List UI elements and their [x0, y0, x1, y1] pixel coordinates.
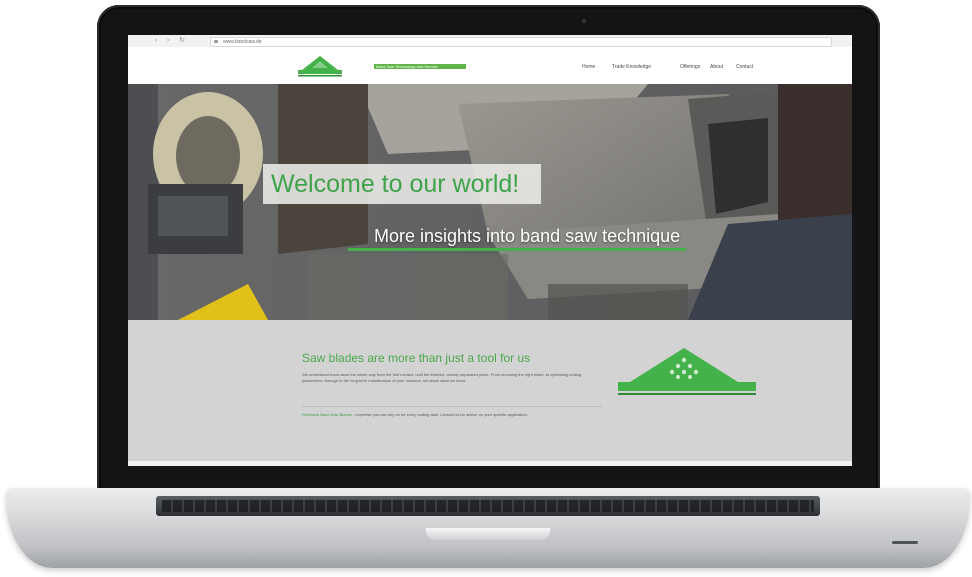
- url-text: www.bandsaw.de: [223, 39, 262, 45]
- status-light-icon: [892, 541, 918, 544]
- intro-section: Saw blades are more than just a tool for…: [128, 320, 852, 466]
- site-tagline: Band Saw Technology and Service: [374, 64, 466, 69]
- lid-opening-notch: [426, 528, 550, 540]
- saw-blades-link[interactable]: Rohrbeck Band Saw Blades: [302, 412, 352, 417]
- keyboard: [156, 496, 820, 516]
- hero-title: Welcome to our world!: [271, 170, 520, 198]
- reload-icon[interactable]: ↻: [178, 37, 186, 45]
- keyboard-keys: [162, 500, 814, 512]
- site-header: Band Saw Technology and Service Home Tra…: [128, 47, 852, 84]
- nav-item-contact[interactable]: Contact: [736, 63, 753, 71]
- hero-underline: [348, 248, 686, 251]
- intro-paragraph: We understand band saws the whole way fr…: [302, 372, 582, 383]
- company-logo: [618, 348, 756, 395]
- footer-strip: [128, 461, 852, 466]
- contact-paragraph-text: - expertise you can rely on for every cu…: [351, 412, 528, 417]
- lock-icon: [214, 40, 218, 43]
- section-heading: Saw blades are more than just a tool for…: [302, 351, 531, 365]
- camera-icon: [581, 18, 587, 24]
- hero-subtitle: More insights into band saw technique: [374, 226, 681, 246]
- site-logo[interactable]: [298, 55, 342, 77]
- nav-item-offerings[interactable]: Offerings: [680, 63, 700, 71]
- section-divider: [302, 406, 602, 407]
- laptop-base: [6, 488, 970, 568]
- hero-banner: Welcome to our world! More insights into…: [128, 84, 852, 320]
- contact-paragraph: Rohrbeck Band Saw Blades - expertise you…: [302, 412, 602, 418]
- nav-item-home[interactable]: Home: [582, 63, 595, 71]
- nav-item-trade-knowledge[interactable]: Trade Knowledge: [612, 63, 651, 71]
- back-arrow-icon[interactable]: ‹: [152, 37, 160, 45]
- laptop-screen: ‹ › ↻ www.bandsaw.de Band Saw Technology…: [128, 35, 852, 466]
- address-bar[interactable]: www.bandsaw.de: [210, 37, 832, 47]
- nav-item-about[interactable]: About: [710, 63, 723, 71]
- forward-arrow-icon[interactable]: ›: [164, 37, 172, 45]
- hero-title-box: Welcome to our world!: [263, 164, 541, 204]
